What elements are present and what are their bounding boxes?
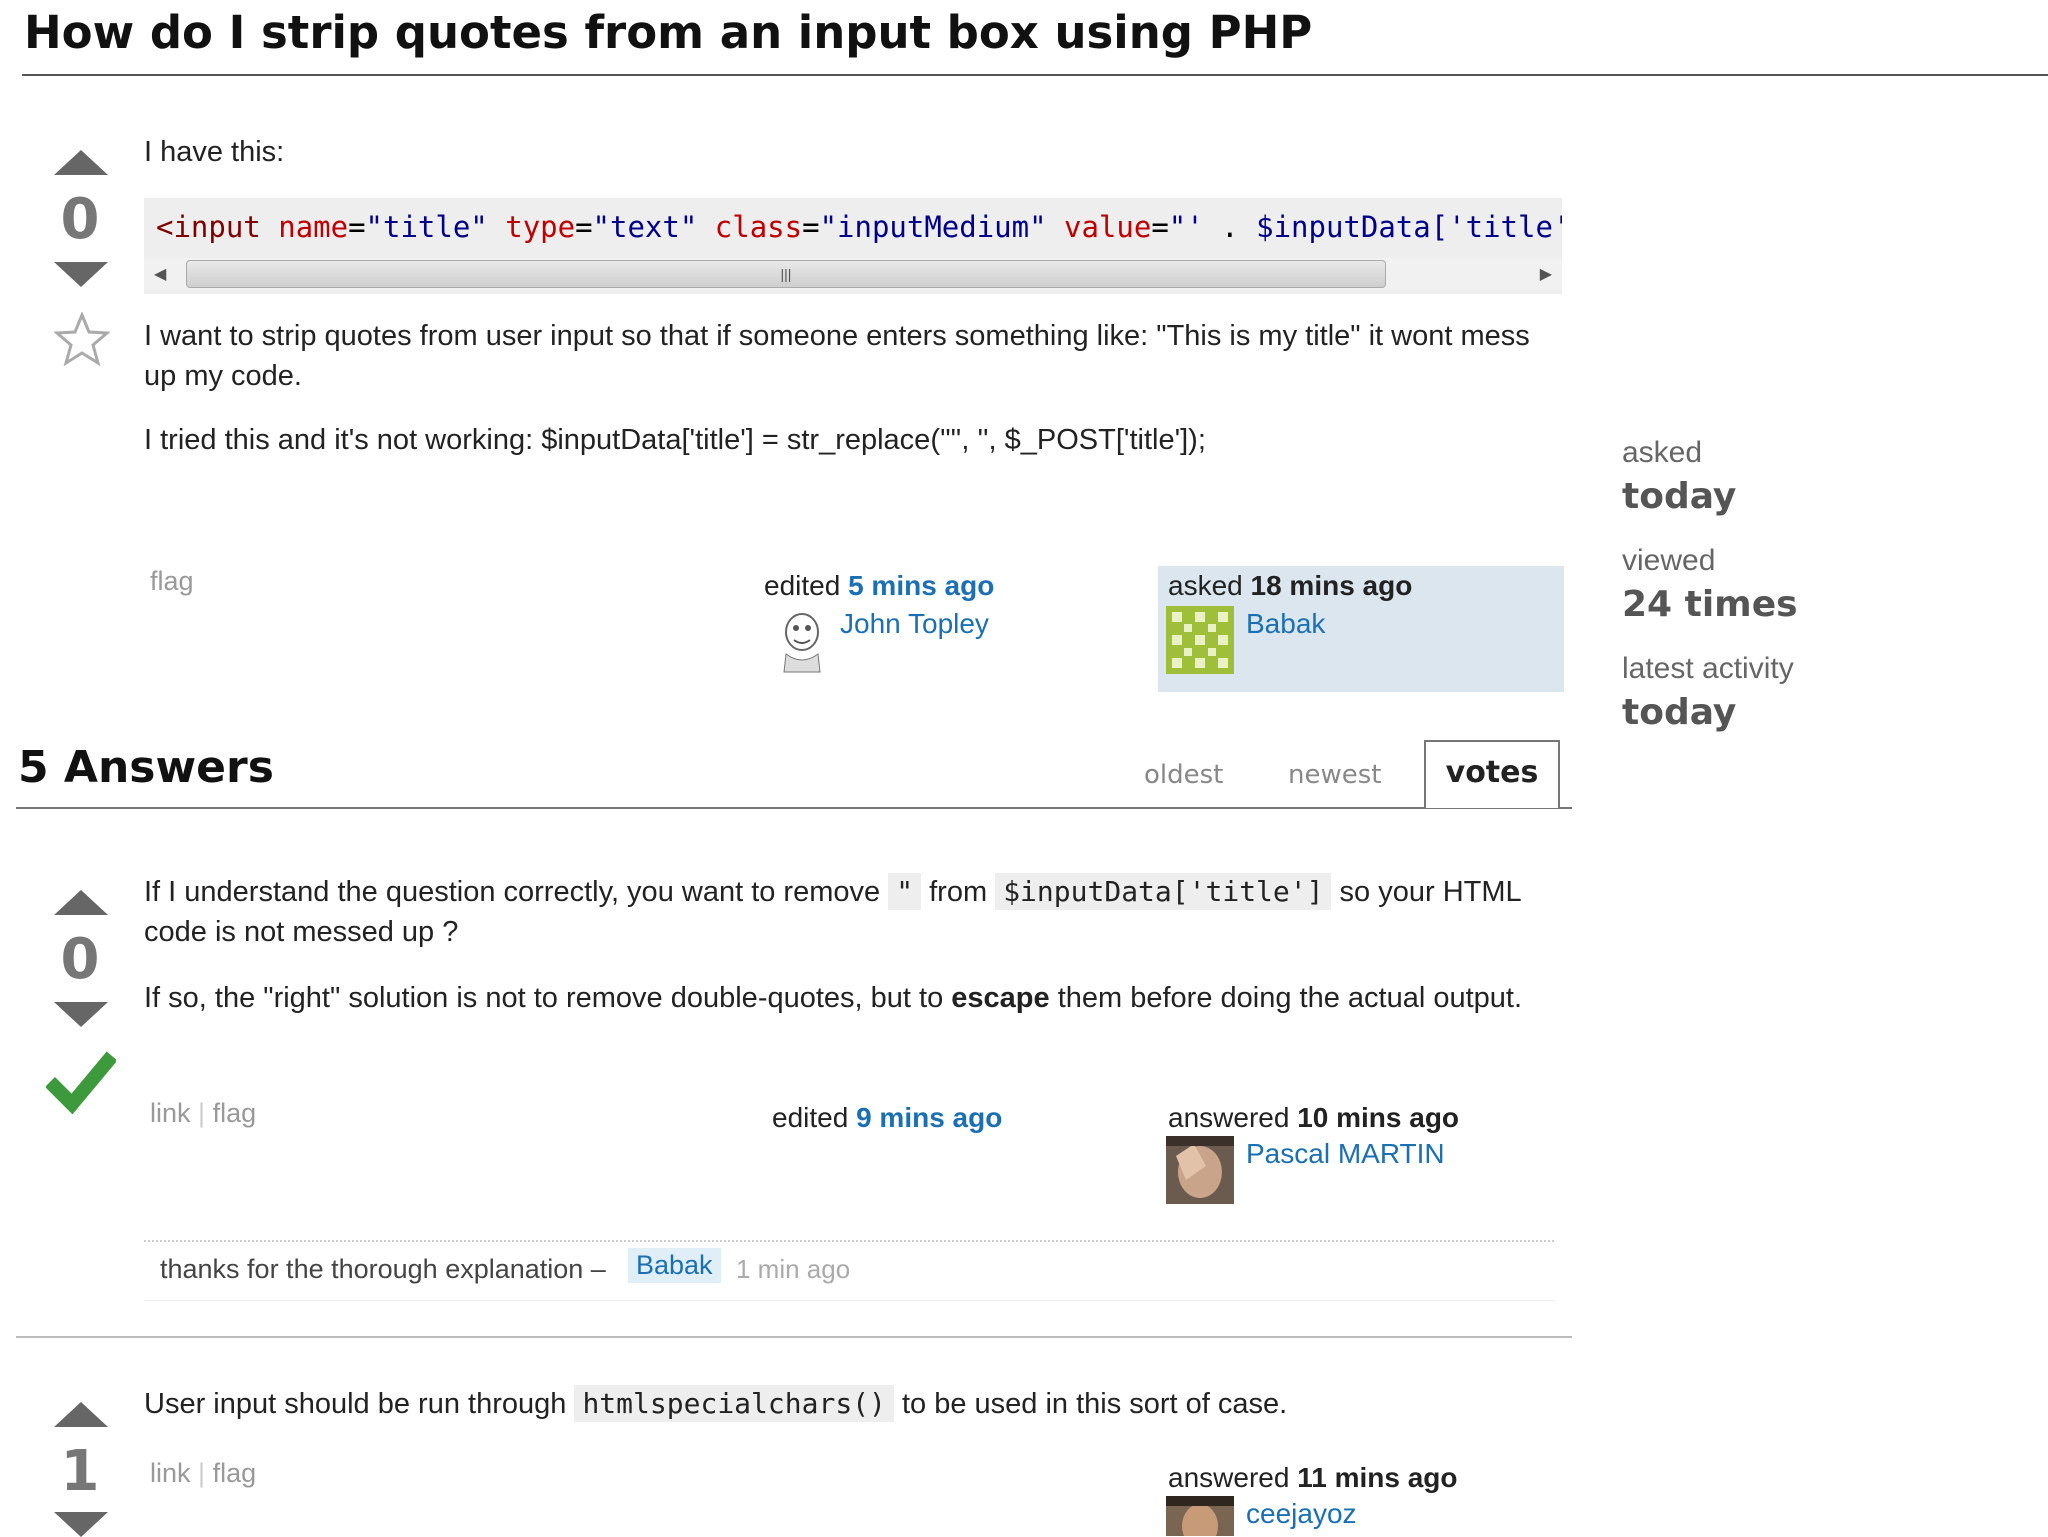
- comment-bottom-border: [144, 1300, 1554, 1301]
- comment-user-link[interactable]: Babak: [628, 1248, 721, 1283]
- stat-asked-value: today: [1622, 476, 1737, 517]
- question-flag-link[interactable]: flag: [150, 566, 194, 597]
- code-string: "inputMedium": [819, 210, 1047, 244]
- code-operator: .: [1203, 210, 1257, 244]
- answered-label: answered: [1168, 1462, 1290, 1493]
- answer1-vote-count: 0: [60, 927, 100, 992]
- inline-code: $inputData['title']: [995, 873, 1332, 910]
- answer1-actions: link | flag: [150, 1098, 256, 1129]
- answered-label: answered: [1168, 1102, 1290, 1133]
- answer1-flag-link[interactable]: flag: [213, 1098, 257, 1128]
- text-run: to be used in this sort of case.: [901, 1388, 1288, 1420]
- answer2-downvote-arrow-icon[interactable]: [54, 1512, 108, 1537]
- code-attr: class: [714, 210, 803, 244]
- text-run: If so, the "right" solution is not to re…: [144, 982, 944, 1014]
- tab-votes[interactable]: votes: [1424, 740, 1560, 808]
- answer2-upvote-arrow-icon[interactable]: [54, 1402, 108, 1427]
- text-run: from: [929, 876, 988, 908]
- answer1-downvote-arrow-icon[interactable]: [54, 1002, 108, 1027]
- answer1-link-link[interactable]: link: [150, 1098, 191, 1128]
- edited-label: edited: [772, 1102, 849, 1133]
- code-tag: <input: [156, 210, 261, 244]
- stat-viewed-value: 24 times: [1622, 584, 1798, 625]
- asked-time: 18 mins ago: [1250, 570, 1413, 601]
- code-horizontal-scrollbar[interactable]: ◀ ||| ▶: [144, 258, 1562, 290]
- emphasis-text: escape: [951, 982, 1050, 1014]
- answers-count-heading: 5 Answers: [18, 742, 274, 793]
- question-asked-info: asked 18 mins ago: [1168, 570, 1412, 602]
- question-intro: I have this:: [144, 136, 285, 168]
- code-attr: type: [505, 210, 576, 244]
- text-run: If I understand the question correctly, …: [144, 876, 881, 908]
- answer1-edit-info: edited 9 mins ago: [772, 1102, 1002, 1134]
- scroll-left-arrow-icon[interactable]: ◀: [154, 264, 166, 284]
- code-line: <input name="title" type="text" class="i…: [156, 210, 1562, 244]
- separator: |: [198, 1098, 206, 1128]
- pascal-username-link[interactable]: Pascal MARTIN: [1246, 1138, 1445, 1170]
- favorite-star-icon[interactable]: [54, 312, 110, 366]
- question-paragraph-1: I want to strip quotes from user input s…: [144, 320, 1530, 392]
- edited-time-link[interactable]: 5 mins ago: [848, 570, 994, 601]
- answer2-link-link[interactable]: link: [150, 1458, 191, 1488]
- stat-asked-label: asked: [1622, 436, 1703, 469]
- asker-avatar[interactable]: [1166, 606, 1234, 674]
- answers-divider: [16, 807, 1572, 809]
- code-string: "title": [365, 210, 488, 244]
- stat-viewed-label: viewed: [1622, 544, 1716, 577]
- pascal-avatar[interactable]: [1166, 1136, 1234, 1204]
- question-edit-info: edited 5 mins ago: [764, 570, 994, 602]
- editor-username-link[interactable]: John Topley: [840, 608, 989, 640]
- editor-avatar[interactable]: [768, 606, 836, 674]
- code-variable: $inputData['title']: [1256, 210, 1562, 244]
- inline-code: htmlspecialchars(): [574, 1385, 894, 1422]
- answer-separator: [16, 1336, 1572, 1338]
- answer1-paragraph-1: If I understand the question correctly, …: [144, 872, 1564, 952]
- code-attr: value: [1064, 210, 1152, 244]
- question-paragraph-2: I tried this and it's not working: $inpu…: [144, 424, 1206, 456]
- text-run: User input should be run through: [144, 1388, 567, 1420]
- comment-text: thanks for the thorough explanation –: [160, 1254, 606, 1284]
- comment-time: 1 min ago: [736, 1254, 851, 1284]
- inline-code: ": [888, 873, 922, 910]
- question-upvote-arrow-icon[interactable]: [54, 150, 108, 175]
- comment-divider: [144, 1240, 1554, 1242]
- separator: |: [198, 1458, 206, 1488]
- edited-time-link[interactable]: 9 mins ago: [856, 1102, 1002, 1133]
- tab-newest[interactable]: newest: [1288, 760, 1381, 790]
- code-string: "text": [592, 210, 698, 244]
- answer1-answered-info: answered 10 mins ago: [1168, 1102, 1459, 1134]
- text-run: them before doing the actual output.: [1057, 982, 1523, 1014]
- title-divider: [22, 74, 2048, 76]
- answer2-paragraph: User input should be run through htmlspe…: [144, 1384, 1564, 1424]
- stat-activity-value: today: [1622, 692, 1737, 733]
- ceejayoz-username-link[interactable]: ceejayoz: [1246, 1498, 1357, 1530]
- question-vote-count: 0: [60, 187, 100, 252]
- tab-oldest[interactable]: oldest: [1144, 760, 1223, 790]
- edited-label: edited: [764, 570, 841, 601]
- answer2-vote-count: 1: [60, 1439, 100, 1504]
- scroll-right-arrow-icon[interactable]: ▶: [1540, 264, 1552, 284]
- asker-username-link[interactable]: Babak: [1246, 608, 1325, 640]
- stat-activity-label: latest activity: [1622, 652, 1794, 685]
- answer1-upvote-arrow-icon[interactable]: [54, 890, 108, 915]
- scrollbar-thumb[interactable]: |||: [186, 260, 1386, 288]
- question-downvote-arrow-icon[interactable]: [54, 262, 108, 287]
- asked-label: asked: [1168, 570, 1243, 601]
- ceejayoz-avatar[interactable]: [1166, 1496, 1234, 1536]
- accepted-checkmark-icon: [46, 1051, 116, 1114]
- code-string: "': [1168, 210, 1204, 244]
- code-attr: name: [278, 210, 349, 244]
- question-code-block: <input name="title" type="text" class="i…: [144, 198, 1562, 294]
- page-title: How do I strip quotes from an input box …: [24, 6, 1313, 59]
- answer2-answered-info: answered 11 mins ago: [1168, 1462, 1457, 1494]
- answer1-paragraph-2: If so, the "right" solution is not to re…: [144, 978, 1564, 1018]
- answered-time: 10 mins ago: [1297, 1102, 1460, 1133]
- answer2-flag-link[interactable]: flag: [213, 1458, 257, 1488]
- answer2-actions: link | flag: [150, 1458, 256, 1489]
- answered-time: 11 mins ago: [1297, 1462, 1458, 1493]
